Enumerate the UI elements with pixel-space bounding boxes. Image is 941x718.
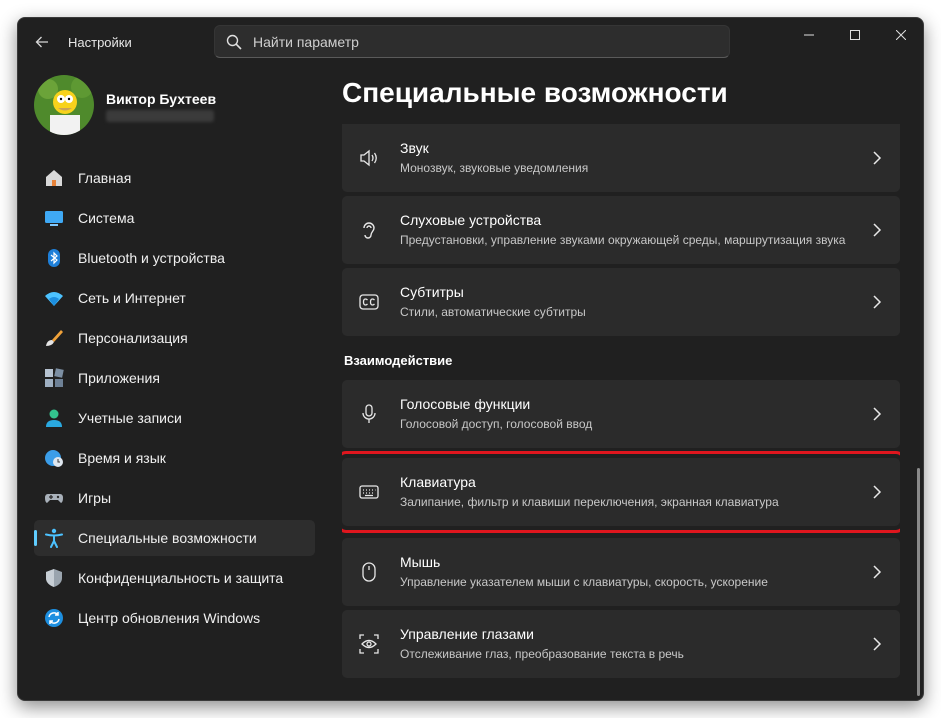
- back-arrow-icon: [35, 36, 48, 48]
- shield-icon: [46, 569, 62, 587]
- close-icon: [896, 30, 906, 40]
- user-email-blurred: [106, 110, 214, 122]
- sidebar-item-time-language[interactable]: Время и язык: [34, 440, 315, 476]
- section-header-interaction: Взаимодействие: [344, 353, 453, 368]
- card-subtitle: Залипание, фильтр и клавиши переключения…: [400, 495, 779, 509]
- sidebar-item-label: Bluetooth и устройства: [78, 250, 225, 266]
- update-icon: [45, 609, 63, 627]
- card-voice[interactable]: Голосовые функции Голосовой доступ, голо…: [342, 380, 900, 448]
- card-subtitle: Стили, автоматические субтитры: [400, 305, 586, 319]
- apps-icon: [45, 368, 64, 387]
- eye-control-icon: [359, 634, 379, 654]
- user-name: Виктор Бухтеев: [106, 91, 217, 107]
- avatar-image: [34, 75, 94, 135]
- search-icon: [226, 34, 242, 50]
- settings-window: Настройки Виктор Бухтеев: [17, 17, 924, 701]
- chevron-right-icon: [873, 223, 882, 237]
- minimize-button[interactable]: [786, 22, 832, 48]
- sidebar-nav: Главная Система Bluetooth и устройства С…: [34, 160, 315, 640]
- maximize-icon: [850, 30, 860, 40]
- back-button[interactable]: [30, 30, 54, 54]
- sidebar-item-home[interactable]: Главная: [34, 160, 315, 196]
- home-icon: [46, 170, 62, 186]
- sidebar-item-label: Персонализация: [78, 330, 188, 346]
- card-sound[interactable]: Звук Монозвук, звуковые уведомления: [342, 124, 900, 192]
- search-box[interactable]: [214, 25, 730, 58]
- sidebar-item-label: Специальные возможности: [78, 530, 257, 546]
- sidebar-item-apps[interactable]: Приложения: [34, 360, 315, 396]
- page-title: Специальные возможности: [342, 77, 728, 108]
- mouse-icon: [362, 562, 376, 582]
- wifi-icon: [45, 292, 63, 306]
- card-subtitle: Монозвук, звуковые уведомления: [400, 161, 589, 175]
- sidebar-item-label: Время и язык: [78, 450, 166, 466]
- sidebar-item-label: Конфиденциальность и защита: [78, 570, 284, 586]
- content-scrollbar[interactable]: [917, 468, 920, 696]
- monitor-icon: [45, 211, 63, 226]
- app-title: Настройки: [68, 35, 132, 50]
- card-subtitle: Голосовой доступ, голосовой ввод: [400, 417, 593, 431]
- maximize-button[interactable]: [832, 22, 878, 48]
- card-title: Мышь: [400, 554, 441, 570]
- sidebar-item-label: Главная: [78, 170, 132, 186]
- gamepad-icon: [45, 494, 63, 503]
- sidebar-item-label: Приложения: [78, 370, 160, 386]
- sidebar-item-accounts[interactable]: Учетные записи: [34, 400, 315, 436]
- person-icon: [46, 409, 62, 427]
- hearing-icon: [363, 222, 375, 239]
- chevron-right-icon: [873, 565, 882, 579]
- settings-content: Звук Монозвук, звуковые уведомления Слух…: [342, 124, 900, 700]
- sidebar-item-windows-update[interactable]: Центр обновления Windows: [34, 600, 315, 636]
- card-subtitle: Отслеживание глаз, преобразование текста…: [400, 647, 684, 661]
- sidebar-item-bluetooth[interactable]: Bluetooth и устройства: [34, 240, 315, 276]
- card-title: Клавиатура: [400, 474, 476, 490]
- chevron-right-icon: [873, 407, 882, 421]
- cc-icon: [359, 294, 379, 310]
- sidebar-item-system[interactable]: Система: [34, 200, 315, 236]
- card-mouse[interactable]: Мышь Управление указателем мыши с клавиа…: [342, 538, 900, 606]
- chevron-right-icon: [873, 637, 882, 651]
- card-title: Субтитры: [400, 284, 464, 300]
- sidebar-item-personalization[interactable]: Персонализация: [34, 320, 315, 356]
- sidebar-item-gaming[interactable]: Игры: [34, 480, 315, 516]
- globe-clock-icon: [45, 450, 63, 467]
- sidebar-item-label: Система: [78, 210, 135, 226]
- keyboard-icon: [359, 485, 379, 499]
- card-hearing-devices[interactable]: Слуховые устройства Предустановки, управ…: [342, 196, 900, 264]
- card-title: Голосовые функции: [400, 396, 531, 412]
- sidebar-item-label: Учетные записи: [78, 410, 182, 426]
- microphone-icon: [362, 404, 376, 423]
- sidebar-item-label: Сеть и Интернет: [78, 290, 186, 306]
- brush-icon: [46, 330, 63, 346]
- card-title: Управление глазами: [400, 626, 534, 642]
- chevron-right-icon: [873, 295, 882, 309]
- card-keyboard[interactable]: Клавиатура Залипание, фильтр и клавиши п…: [342, 458, 900, 526]
- card-title: Слуховые устройства: [400, 212, 542, 228]
- card-title: Звук: [400, 140, 429, 156]
- chevron-right-icon: [873, 151, 882, 165]
- sidebar-item-accessibility[interactable]: Специальные возможности: [34, 520, 315, 556]
- close-button[interactable]: [878, 22, 923, 48]
- avatar[interactable]: [34, 75, 94, 135]
- speaker-icon: [360, 149, 377, 167]
- card-subtitle: Предустановки, управление звуками окружа…: [400, 233, 846, 247]
- search-input[interactable]: [253, 26, 713, 57]
- minimize-icon: [804, 34, 814, 36]
- chevron-right-icon: [873, 485, 882, 499]
- card-subtitle: Управление указателем мыши с клавиатуры,…: [400, 575, 768, 589]
- card-eye-control[interactable]: Управление глазами Отслеживание глаз, пр…: [342, 610, 900, 678]
- sidebar-item-network[interactable]: Сеть и Интернет: [34, 280, 315, 316]
- bluetooth-icon: [48, 249, 60, 267]
- sidebar-item-label: Центр обновления Windows: [78, 610, 261, 626]
- sidebar-item-privacy[interactable]: Конфиденциальность и защита: [34, 560, 315, 596]
- sidebar-item-label: Игры: [78, 490, 112, 506]
- accessibility-icon: [45, 528, 63, 548]
- card-captions[interactable]: Субтитры Стили, автоматические субтитры: [342, 268, 900, 336]
